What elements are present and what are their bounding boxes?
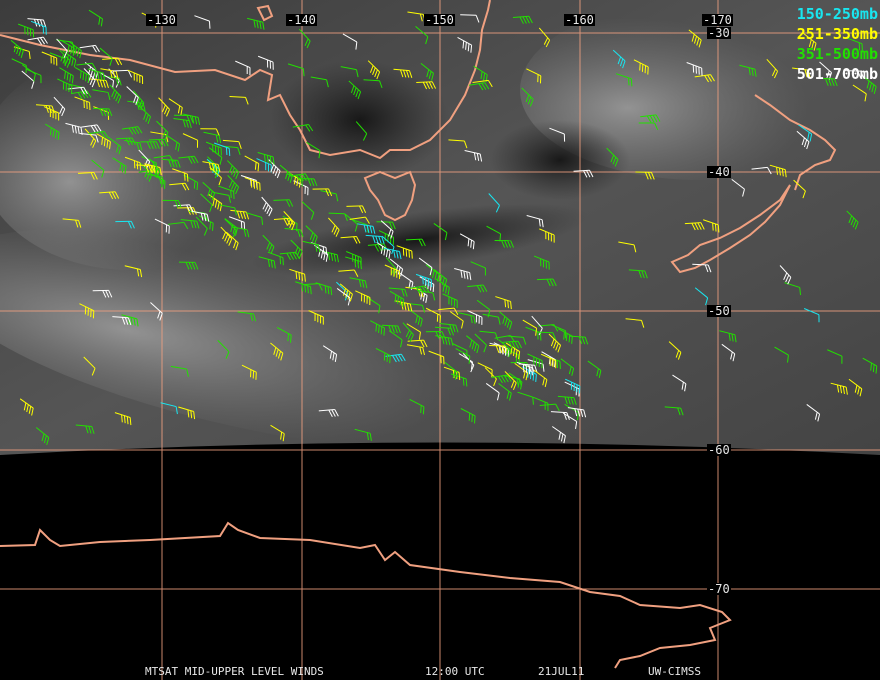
product-footer: MTSAT MID-UPPER LEVEL WINDS 12:00 UTC 21… [0,666,880,678]
lat-label-50: -50 [707,304,731,318]
lon-label-140: -140 [286,13,317,27]
legend-item-150-250mb: 150-250mb [796,5,878,23]
lon-label-150: -150 [424,13,455,27]
legend-item-251-350mb: 251-350mb [796,25,878,43]
lat-label-30: -30 [707,26,731,40]
pressure-level-legend: 150-250mb 251-350mb 351-500mb 501-700mb [797,4,878,84]
map-canvas [0,0,880,680]
footer-source: UW-CIMSS [648,665,701,678]
lat-label-70: -70 [707,582,731,596]
legend-item-501-700mb: 501-700mb [796,65,878,83]
satellite-wind-map: -130 -140 -150 -160 -170 -30 -40 -50 -60… [0,0,880,680]
footer-product: MTSAT MID-UPPER LEVEL WINDS [145,665,324,678]
lon-label-160: -160 [564,13,595,27]
dry-slot [270,60,450,180]
coastline-antarctica [0,521,732,669]
lon-label-170: -170 [702,13,733,27]
footer-date: 21JUL11 [538,665,585,678]
footer-time: 12:00 UTC [425,665,485,678]
lon-label-130: -130 [146,13,177,27]
legend-item-351-500mb: 351-500mb [796,45,878,63]
lat-label-60: -60 [707,443,731,457]
lat-label-40: -40 [707,165,731,179]
